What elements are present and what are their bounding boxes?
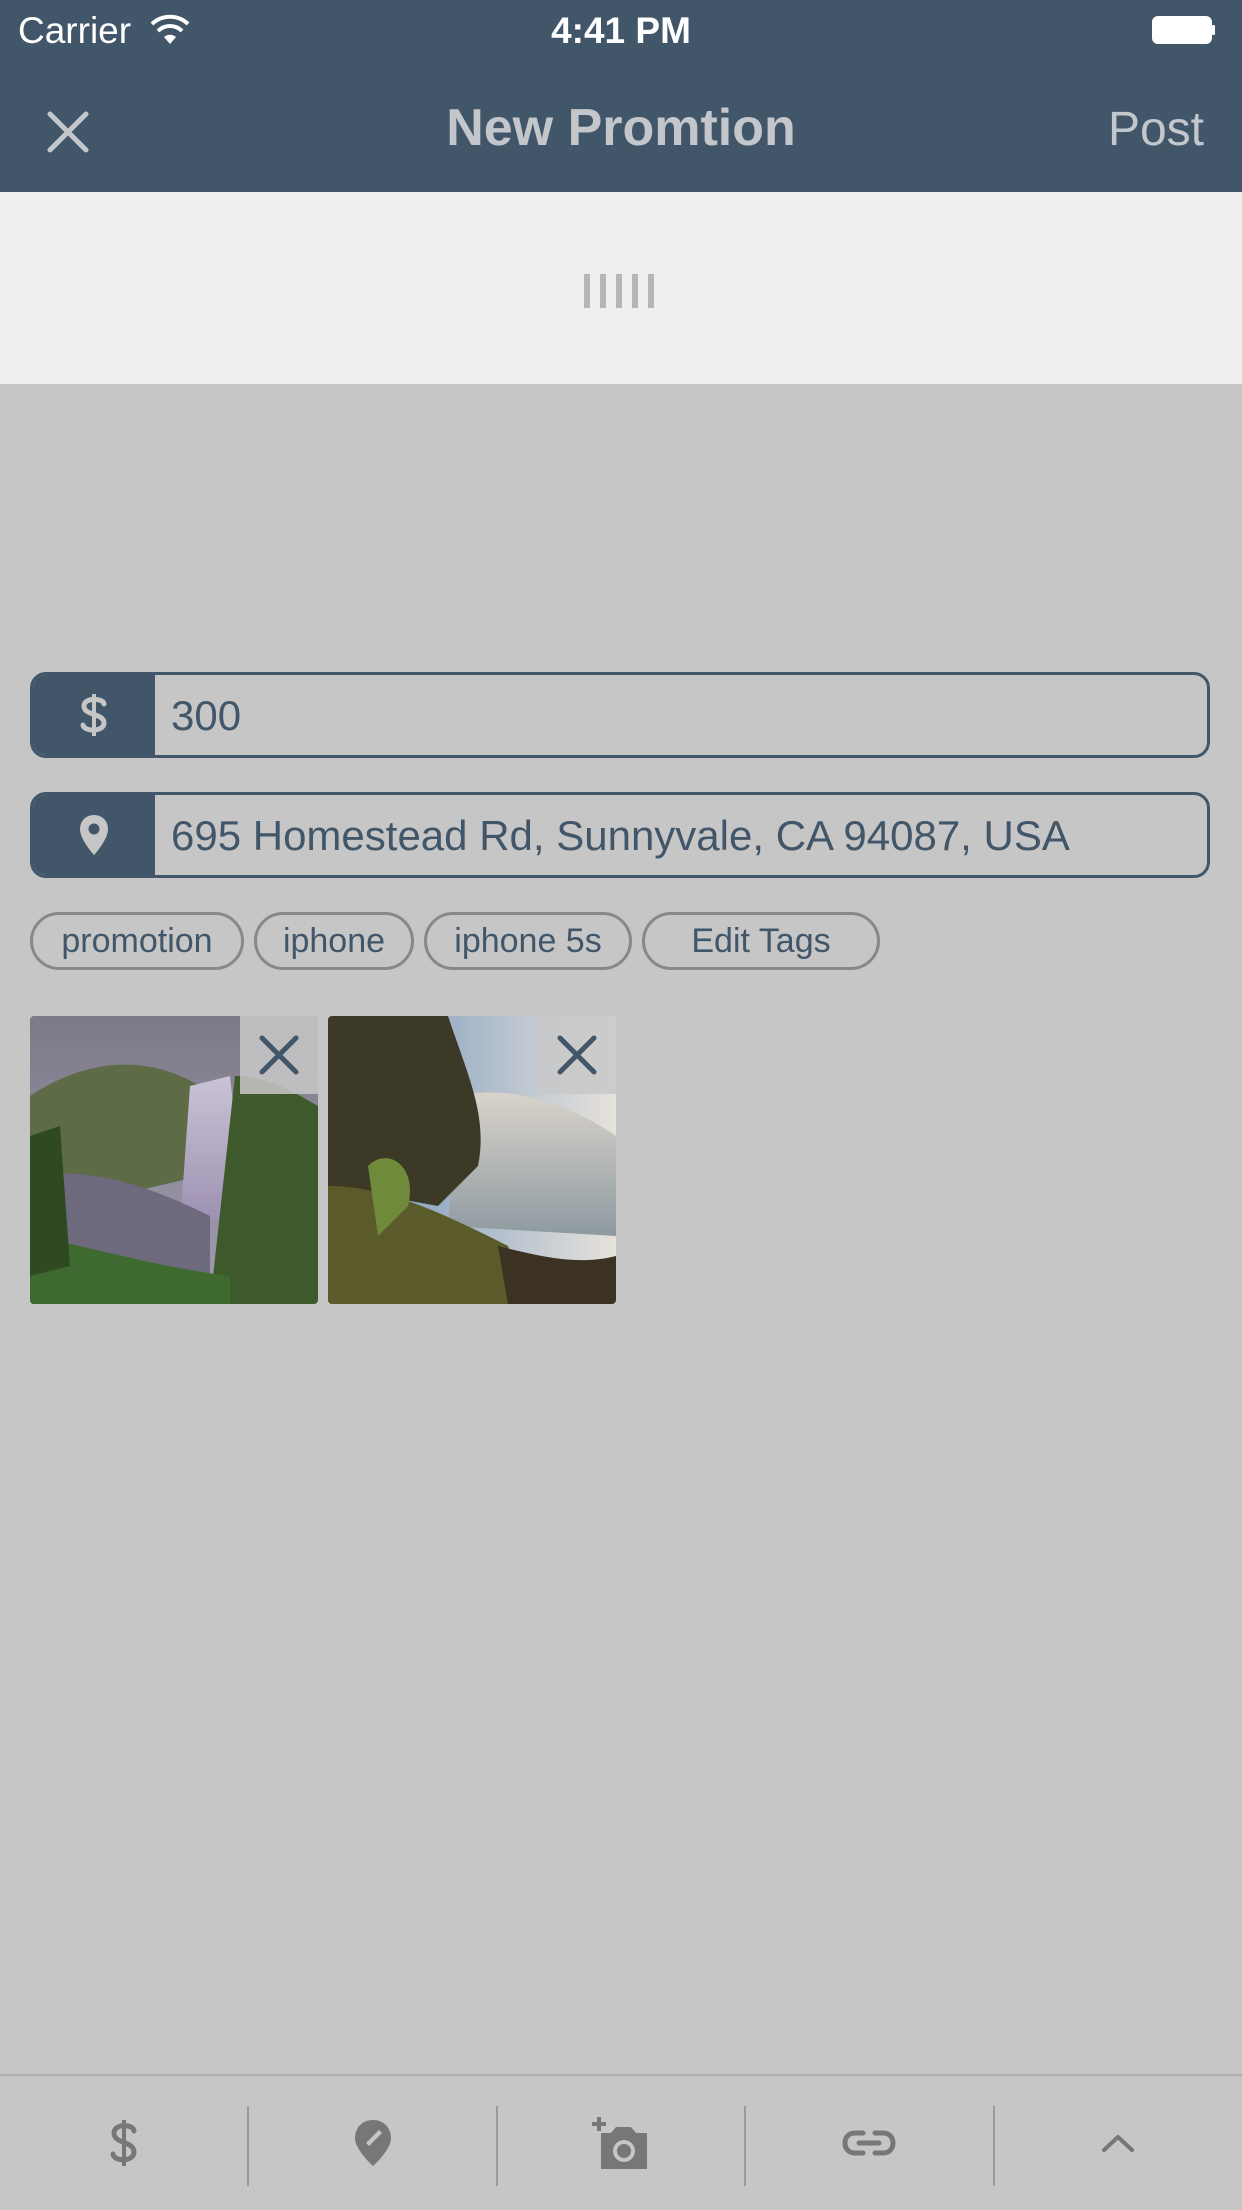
location-field-icon-box	[33, 795, 155, 875]
close-icon	[557, 1035, 597, 1075]
grip-icon[interactable]	[584, 274, 654, 308]
price-input[interactable]: 300	[171, 675, 241, 755]
status-bar: Carrier 4:41 PM	[0, 0, 1242, 62]
edit-tags-button[interactable]: Edit Tags	[642, 912, 880, 970]
tag-chip[interactable]: iphone	[254, 912, 414, 970]
price-field-icon-box	[33, 675, 155, 755]
toolbar-price-button[interactable]	[0, 2076, 248, 2210]
remove-photo-button[interactable]	[538, 1016, 616, 1094]
location-field[interactable]: 695 Homestead Rd, Sunnyvale, CA 94087, U…	[30, 792, 1210, 878]
clock: 4:41 PM	[551, 10, 691, 51]
toolbar-location-button[interactable]	[249, 2076, 497, 2210]
close-icon	[259, 1035, 299, 1075]
editor-handle-area[interactable]	[0, 192, 1242, 384]
dollar-icon	[110, 2120, 137, 2166]
page-title: New Promtion	[446, 99, 796, 157]
location-pin-icon	[80, 815, 108, 855]
tag-chip[interactable]: iphone 5s	[424, 912, 632, 970]
toolbar-link-button[interactable]	[745, 2076, 993, 2210]
photo-thumbnail[interactable]	[328, 1016, 616, 1304]
link-icon	[842, 2130, 896, 2156]
location-input[interactable]: 695 Homestead Rd, Sunnyvale, CA 94087, U…	[171, 795, 1070, 875]
tag-chip[interactable]: promotion	[30, 912, 244, 970]
nav-bar: New Promtion Post	[0, 62, 1242, 192]
battery-icon	[1152, 16, 1215, 44]
chevron-up-icon	[1102, 2135, 1134, 2152]
toolbar-add-photo-button[interactable]	[497, 2076, 745, 2210]
post-button[interactable]: Post	[1108, 102, 1204, 157]
price-field[interactable]: 300	[30, 672, 1210, 758]
location-pin-icon	[355, 2120, 391, 2166]
photo-thumbnail[interactable]	[30, 1016, 318, 1304]
dollar-icon	[80, 694, 107, 736]
add-photo-icon	[592, 2117, 647, 2169]
remove-photo-button[interactable]	[240, 1016, 318, 1094]
toolbar-expand-button[interactable]	[994, 2076, 1242, 2210]
bottom-toolbar	[0, 2074, 1242, 2210]
